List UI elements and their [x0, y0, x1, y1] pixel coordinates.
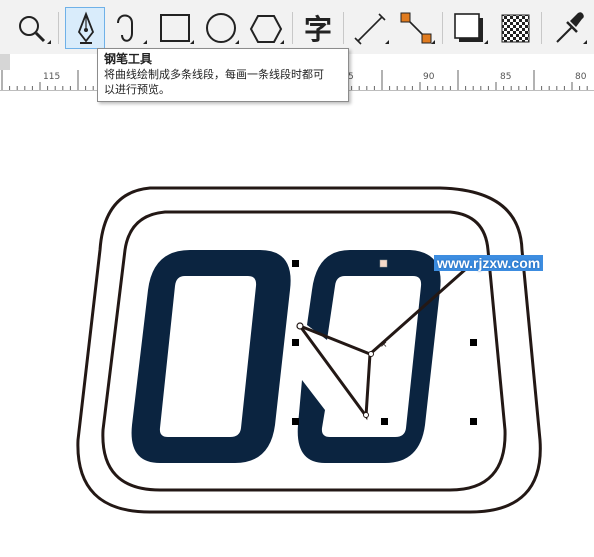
selection-handle [379, 259, 388, 268]
rectangle-tool-button[interactable] [155, 7, 195, 49]
selection-handle [470, 418, 477, 425]
coreldraw-window: 字 115 5 90 85 80 钢笔工具 将曲线绘制成多条线段，每画一条线段时… [0, 0, 594, 557]
tooltip-description-line: 以进行预览。 [104, 83, 170, 96]
dimension-line-icon [354, 13, 389, 45]
toolbar-separator [58, 12, 59, 44]
tooltip-description-line: 将曲线绘制成多条线段，每画一条线段时都可 [104, 68, 324, 81]
pen-tool-tooltip: 钢笔工具 将曲线绘制成多条线段，每画一条线段时都可 以进行预览。 [97, 48, 349, 102]
transparency-tool-button[interactable] [495, 7, 535, 49]
toolbar-separator [292, 12, 293, 44]
artwork: × [76, 186, 542, 514]
checkerboard-icon [501, 14, 530, 43]
ellipse-tool-button[interactable] [200, 7, 240, 49]
ruler-label: 80 [575, 72, 587, 82]
drop-shadow-tool-button[interactable] [449, 7, 489, 49]
hexagon-icon [249, 15, 284, 44]
selection-handle [292, 418, 299, 425]
zoom-tool-button[interactable] [12, 7, 52, 49]
path-node [368, 351, 374, 357]
bezier-tool-button[interactable] [108, 7, 148, 49]
site-watermark: www.rjzxw.com [434, 255, 544, 271]
pen-tool-button[interactable] [65, 7, 105, 49]
toolbox: 字 [0, 0, 594, 55]
text-glyph-icon: 字 [304, 13, 332, 46]
eyedropper-icon [556, 12, 587, 44]
pen-nib-icon [77, 11, 95, 44]
ruler-corner [0, 54, 10, 70]
path-node [363, 412, 369, 418]
dimension-tool-button[interactable] [350, 7, 390, 49]
magnifier-icon [19, 16, 51, 44]
ruler-label: 90 [423, 72, 435, 82]
selection-handle [292, 260, 299, 267]
selection-handle [292, 339, 299, 346]
toolbar-separator [442, 12, 443, 44]
toolbar-separator [541, 12, 542, 44]
polygon-tool-button[interactable] [245, 7, 285, 49]
tooltip-title: 钢笔工具 [104, 52, 153, 66]
connector-tool-button[interactable] [396, 7, 436, 49]
selection-handle [381, 418, 388, 425]
toolbar-separator [343, 12, 344, 44]
left-digit-zero [131, 250, 291, 463]
bezier-curve-icon [117, 14, 147, 44]
path-node [296, 322, 304, 330]
ruler-label: 85 [500, 72, 512, 82]
eyedropper-tool-button[interactable] [548, 7, 588, 49]
center-marker: × [380, 340, 388, 350]
selection-handle [470, 339, 477, 346]
drop-shadow-icon [454, 13, 488, 44]
rectangle-icon [160, 14, 194, 44]
ruler-label: 115 [43, 72, 61, 82]
text-tool-glyph: 字 [304, 13, 332, 46]
drawing-canvas[interactable]: × [0, 91, 594, 557]
ellipse-icon [206, 13, 239, 44]
connector-icon [400, 12, 435, 44]
text-tool-button[interactable]: 字 [298, 7, 338, 49]
